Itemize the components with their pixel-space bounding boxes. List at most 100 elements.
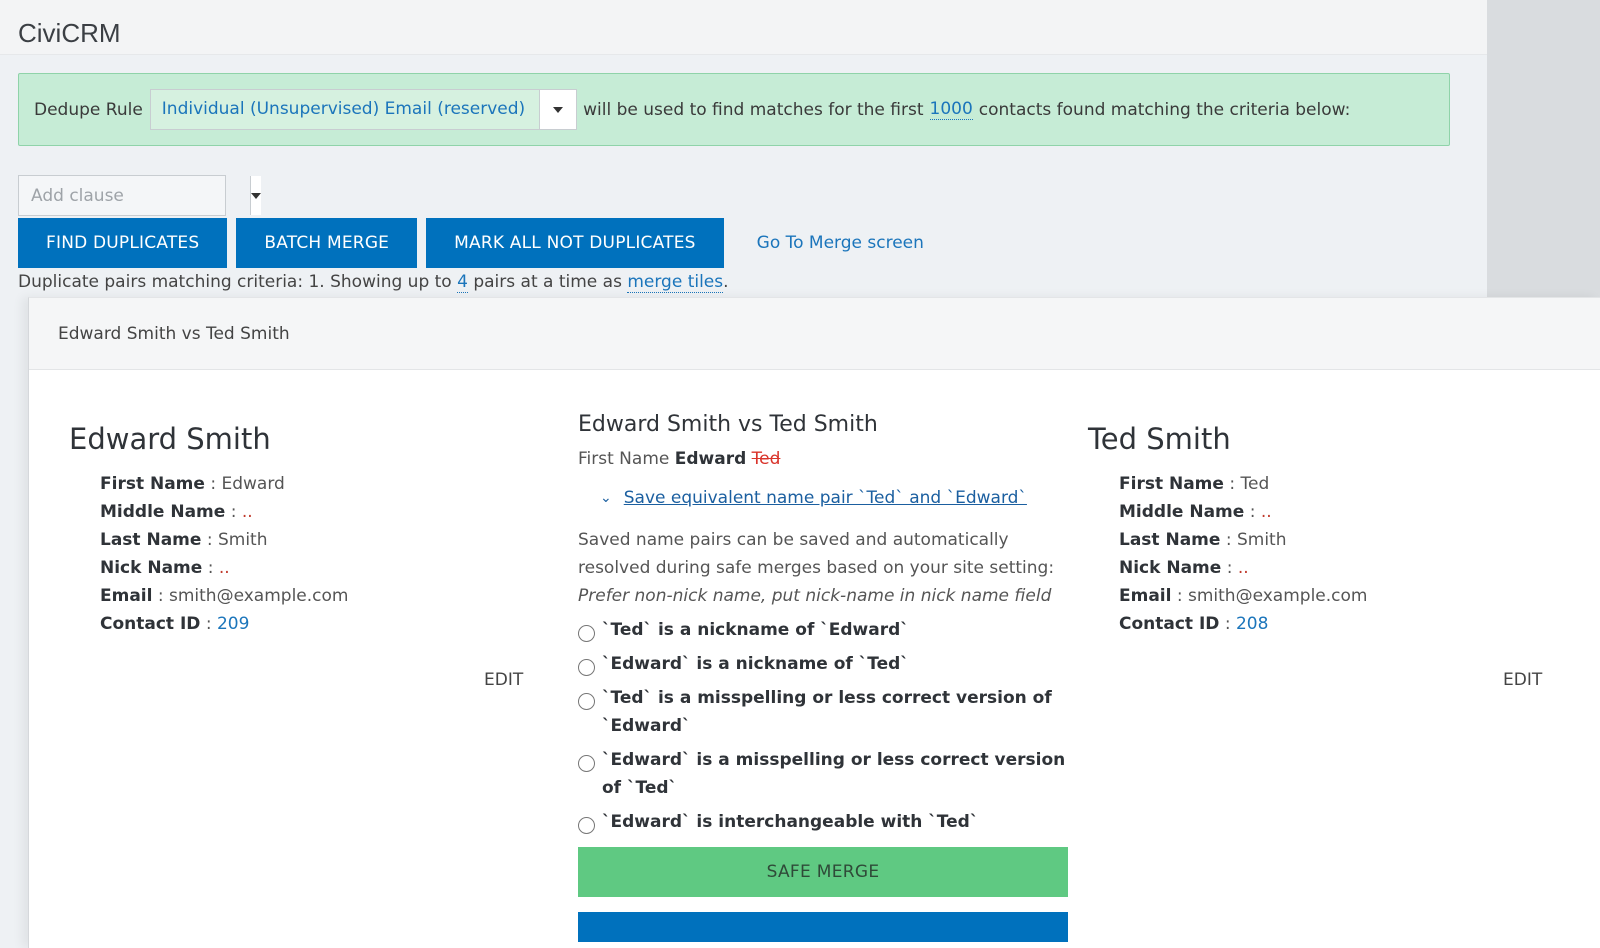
left-contact: Edward Smith First Name : Edward Middle N… — [69, 422, 348, 638]
name-pair-option[interactable]: `Ted` is a nickname of `Edward` — [578, 616, 1068, 644]
page-header: CiviCRM — [0, 0, 1487, 55]
name-pair-option-label: `Ted` is a nickname of `Edward` — [602, 620, 909, 640]
name-pair-radio[interactable] — [578, 693, 595, 710]
contact-field: Email : smith@example.com — [1119, 582, 1367, 610]
field-separator: : — [201, 530, 218, 550]
name-pair-options: `Ted` is a nickname of `Edward` `Edward` … — [578, 616, 1068, 836]
criteria-prefix: Duplicate pairs matching criteria: 1. Sh… — [18, 272, 452, 292]
field-value: .. — [241, 502, 253, 522]
chevron-down-icon[interactable] — [539, 90, 577, 129]
field-label: Contact ID — [1119, 614, 1220, 634]
criteria-summary: Duplicate pairs matching criteria: 1. Sh… — [18, 272, 729, 293]
field-label: Nick Name — [100, 558, 203, 578]
merge-tiles-link[interactable]: merge tiles — [627, 272, 724, 293]
field-label: Middle Name — [1119, 502, 1245, 522]
field-label: Contact ID — [100, 614, 201, 634]
right-edit-link[interactable]: EDIT — [1503, 670, 1542, 690]
field-separator: : — [202, 558, 219, 578]
left-contact-name: Edward Smith — [69, 422, 271, 456]
field-label: Email — [100, 586, 153, 606]
right-contact-name: Ted Smith — [1088, 422, 1231, 456]
first-name-diff: First Name Edward Ted — [578, 449, 1068, 469]
field-label: Middle Name — [100, 502, 226, 522]
left-edit-link[interactable]: EDIT — [484, 670, 523, 690]
dedupe-rule-bar: Dedupe Rule Individual (Unsupervised) Em… — [18, 73, 1450, 146]
contact-field: Contact ID : 208 — [1119, 610, 1367, 638]
field-value: smith@example.com — [169, 586, 349, 606]
site-setting-text: Prefer non-nick name, put nick-name in n… — [578, 586, 1052, 606]
description-text: Saved name pairs can be saved and automa… — [578, 530, 1055, 578]
name-pair-option[interactable]: `Edward` is a misspelling or less correc… — [578, 746, 1068, 802]
field-value: Smith — [217, 530, 268, 550]
left-field-list: First Name : Edward Middle Name : .. Last … — [69, 470, 348, 638]
name-pair-option-label: `Edward` is a nickname of `Ted` — [602, 654, 909, 674]
go-to-merge-link[interactable]: Go To Merge screen — [757, 233, 924, 253]
name-pair-option-label: `Edward` is a misspelling or less correc… — [602, 750, 1066, 798]
field-value: Ted — [1240, 474, 1270, 494]
field-separator: : — [204, 474, 222, 494]
find-duplicates-button[interactable]: FIND DUPLICATES — [18, 218, 228, 268]
name-pair-radio[interactable] — [578, 659, 595, 676]
field-separator: : — [1221, 558, 1238, 578]
field-value[interactable]: 208 — [1236, 614, 1268, 634]
field-separator: : — [1219, 614, 1236, 634]
field-label: Nick Name — [1119, 558, 1222, 578]
add-clause-input[interactable] — [19, 176, 250, 215]
contact-field: First Name : Ted — [1119, 470, 1367, 498]
field-value: .. — [1237, 558, 1249, 578]
field-value: Smith — [1236, 530, 1287, 550]
save-name-pair-toggle[interactable]: ⌄ Save equivalent name pair `Ted` and `E… — [600, 488, 1068, 508]
field-label: Last Name — [100, 530, 202, 550]
right-contact: Ted Smith First Name : Ted Middle Name : … — [1088, 422, 1367, 638]
field-label: Last Name — [1119, 530, 1221, 550]
criteria-middle: pairs at a time as — [473, 272, 622, 292]
mark-all-not-duplicates-button[interactable]: MARK ALL NOT DUPLICATES — [426, 218, 724, 268]
dedupe-text-after: contacts found matching the criteria bel… — [978, 99, 1351, 120]
field-label: Email — [1119, 586, 1172, 606]
name-pair-option[interactable]: `Ted` is a misspelling or less correct v… — [578, 684, 1068, 740]
add-clause-select[interactable] — [18, 175, 261, 216]
safe-merge-button[interactable]: SAFE MERGE — [578, 847, 1068, 897]
name-pair-option[interactable]: `Edward` is interchangeable with `Ted` — [578, 808, 1068, 836]
merge-tile-dialog: Edward Smith vs Ted Smith Edward Smith F… — [28, 297, 1600, 948]
criteria-suffix: . — [723, 272, 729, 292]
first-name-keep: Edward — [674, 449, 747, 469]
field-value: smith@example.com — [1188, 586, 1368, 606]
contact-field: Middle Name : .. — [100, 498, 348, 526]
dedupe-rule-select[interactable]: Individual (Unsupervised) Email (reserve… — [149, 89, 578, 130]
field-value[interactable]: 209 — [217, 614, 249, 634]
save-name-pair-link[interactable]: Save equivalent name pair `Ted` and `Edw… — [624, 488, 1027, 508]
name-pair-option-label: `Edward` is interchangeable with `Ted` — [602, 812, 979, 832]
name-pair-description: Saved name pairs can be saved and automa… — [578, 526, 1068, 610]
name-pair-radio[interactable] — [578, 625, 595, 642]
pairs-count-link[interactable]: 4 — [457, 272, 468, 293]
contact-field: Nick Name : .. — [100, 554, 348, 582]
merge-button[interactable] — [578, 912, 1068, 942]
field-separator: : — [1223, 474, 1241, 494]
dialog-header: Edward Smith vs Ted Smith — [29, 298, 1600, 370]
dedupe-rule-value[interactable]: Individual (Unsupervised) Email (reserve… — [150, 90, 540, 129]
batch-merge-button[interactable]: BATCH MERGE — [236, 218, 418, 268]
app-title: CiviCRM — [18, 18, 121, 48]
first-name-drop: Ted — [751, 449, 781, 469]
contact-field: Last Name : Smith — [100, 526, 348, 554]
chevron-down-icon[interactable] — [250, 176, 261, 215]
name-pair-radio[interactable] — [578, 755, 595, 772]
name-pair-option[interactable]: `Edward` is a nickname of `Ted` — [578, 650, 1068, 678]
right-field-list: First Name : Ted Middle Name : .. Last Nam… — [1088, 470, 1367, 638]
name-pair-option-label: `Ted` is a misspelling or less correct v… — [602, 688, 1052, 736]
dedupe-rule-label: Dedupe Rule — [34, 99, 143, 120]
field-separator: : — [1220, 530, 1237, 550]
contact-field: Last Name : Smith — [1119, 526, 1367, 554]
merge-comparison: Edward Smith vs Ted Smith First Name Edw… — [578, 412, 1068, 942]
chevron-down-icon[interactable]: ⌄ — [600, 490, 612, 506]
contact-field: Middle Name : .. — [1119, 498, 1367, 526]
contact-field: First Name : Edward — [100, 470, 348, 498]
contact-field: Email : smith@example.com — [100, 582, 348, 610]
limit-link[interactable]: 1000 — [929, 99, 973, 120]
field-separator: : — [200, 614, 217, 634]
field-value: .. — [218, 558, 230, 578]
field-separator: : — [1171, 586, 1188, 606]
name-pair-radio[interactable] — [578, 817, 595, 834]
field-value: .. — [1260, 502, 1272, 522]
